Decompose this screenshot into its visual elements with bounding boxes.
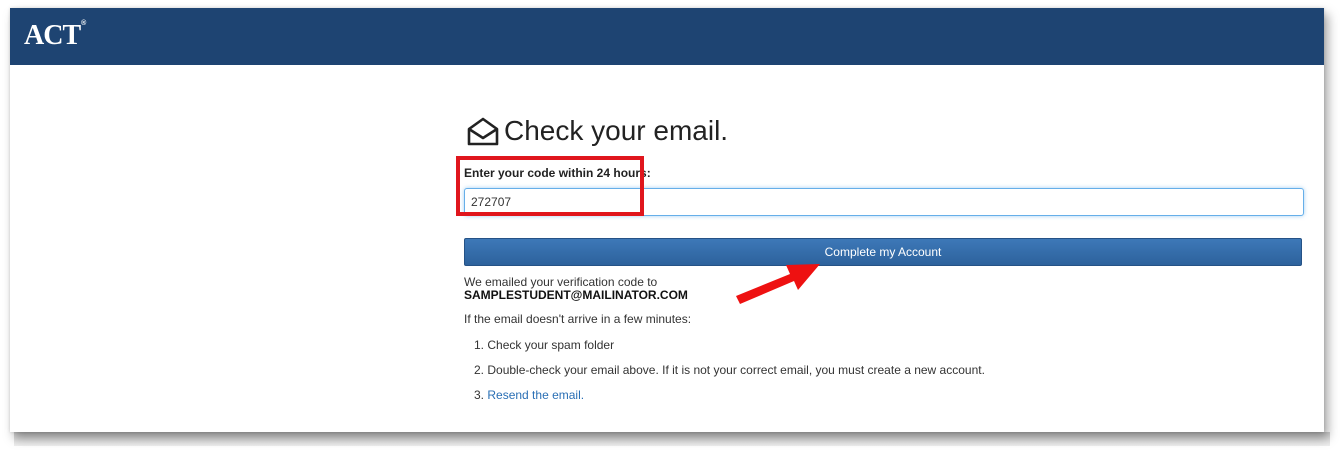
help-steps: 1. Check your spam folder 2. Double-chec… — [474, 338, 985, 413]
logo-text: ACT — [24, 20, 81, 51]
email-sent-info: We emailed your verification code to SAM… — [464, 276, 688, 302]
resend-email-link[interactable]: Resend the email. — [487, 388, 584, 402]
list-item: 2. Double-check your email above. If it … — [474, 363, 985, 388]
email-address: SAMPLESTUDENT@MAILINATOR.COM — [464, 288, 688, 302]
title-row: Check your email. — [464, 108, 728, 154]
site-header: ACT® — [10, 8, 1324, 65]
act-logo[interactable]: ACT® — [24, 20, 86, 52]
card-shadow — [14, 432, 1330, 446]
verification-code-input[interactable] — [464, 188, 1304, 216]
registered-mark: ® — [81, 20, 86, 27]
complete-account-button[interactable]: Complete my Account — [464, 238, 1302, 266]
code-label: Enter your code within 24 hours: — [464, 166, 651, 180]
step-number: 2. — [474, 363, 485, 377]
step-number: 3. — [474, 388, 485, 402]
list-item: 1. Check your spam folder — [474, 338, 985, 363]
page-card: ACT® Check your email. Enter your code w… — [10, 8, 1324, 432]
step-text: Check your spam folder — [487, 338, 615, 352]
envelope-open-icon — [464, 114, 502, 148]
screenshot-frame: ACT® Check your email. Enter your code w… — [0, 0, 1342, 462]
step-number: 1. — [474, 338, 485, 352]
step-text: Double-check your email above. If it is … — [487, 363, 985, 377]
list-item: 3. Resend the email. — [474, 388, 985, 413]
page-title: Check your email. — [504, 115, 729, 146]
help-intro: If the email doesn't arrive in a few min… — [464, 312, 692, 326]
